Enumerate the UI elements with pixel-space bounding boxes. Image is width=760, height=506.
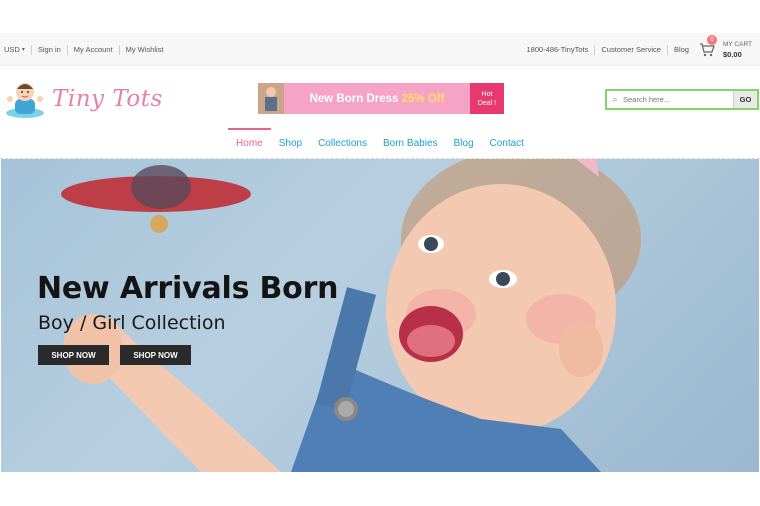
top-bar-left: USD ▾ Sign in My Account My Wishlist [4,33,164,66]
promo-text: New Born Dress 25% Off [284,93,470,105]
phone-number: 1800-486-TinyTots [526,45,589,54]
hot-deal-badge: Hot Deal ! [470,83,504,114]
chevron-down-icon: ▾ [21,47,25,53]
cart-summary: MY CART $0.00 [723,40,752,60]
shop-now-button-2[interactable]: SHOP NOW [120,345,191,365]
baby-logo-icon [6,83,44,118]
currency-label: USD [4,45,20,54]
divider [666,44,668,55]
divider [30,44,32,55]
cart-icon: 0 [699,34,717,57]
divider [594,44,596,55]
hot-deal-line2: Deal ! [477,99,497,107]
top-bar: USD ▾ Sign in My Account My Wishlist 180… [0,33,760,66]
main-nav: Home Shop Collections Born Babies Blog C… [0,128,760,158]
hero-title: New Arrivals Born [37,271,339,306]
hot-deal-line1: Hot [481,90,493,98]
nav-contact[interactable]: Contact [482,128,532,158]
top-bar-right: 1800-486-TinyTots Customer Service Blog … [527,33,752,66]
promo-banner[interactable]: New Born Dress 25% Off Hot Deal ! [258,83,504,114]
page: USD ▾ Sign in My Account My Wishlist 180… [0,0,760,506]
hero-subtitle: Boy / Girl Collection [38,312,226,334]
logo[interactable]: Tiny Tots [4,79,163,119]
promo-label: New Born Dress [309,92,399,105]
my-wishlist-link[interactable]: My Wishlist [126,45,164,54]
search-box: ⌕ GO [605,89,759,110]
search-go-button[interactable]: GO [733,91,757,108]
blog-link[interactable]: Blog [674,45,689,54]
sign-in-link[interactable]: Sign in [38,45,61,54]
nav-shop[interactable]: Shop [271,128,310,158]
promo-kid-image [258,83,284,114]
cart-count-badge: 0 [706,34,717,45]
logo-text: Tiny Tots [52,86,163,112]
cart-label: MY CART [722,40,752,48]
shop-now-button[interactable]: SHOP NOW [38,345,109,365]
hero-banner: New Arrivals Born Boy / Girl Collection … [1,159,759,472]
divider [66,44,68,55]
my-account-link[interactable]: My Account [74,45,113,54]
search-icon: ⌕ [612,94,618,104]
nav-collections[interactable]: Collections [310,128,375,158]
divider [118,44,120,55]
cart-button[interactable]: 0 MY CART $0.00 [699,34,752,60]
currency-selector[interactable]: USD ▾ [4,45,25,54]
customer-service-link[interactable]: Customer Service [601,45,661,54]
promo-discount: 25% Off [401,92,445,105]
nav-blog[interactable]: Blog [445,128,481,158]
cart-amount: $0.00 [722,49,742,59]
nav-home[interactable]: Home [228,128,271,158]
nav-born-babies[interactable]: Born Babies [375,128,445,158]
search-input[interactable] [623,91,733,108]
